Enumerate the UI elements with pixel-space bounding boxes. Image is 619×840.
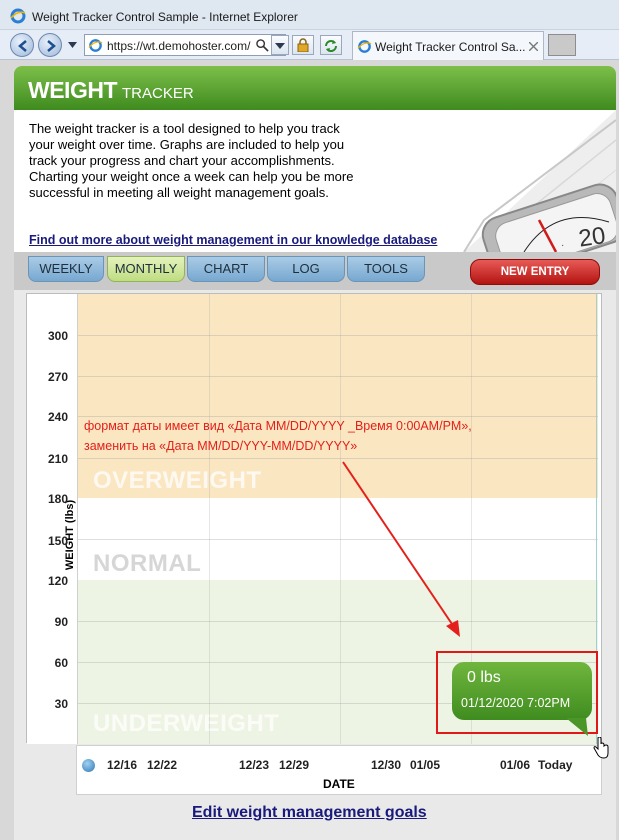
close-icon[interactable]	[529, 42, 538, 51]
y-tick-label: 30	[54, 697, 68, 711]
x-tick-label: 12/22	[147, 758, 178, 772]
svg-text:20: 20	[577, 222, 607, 252]
y-tick-label: 180	[47, 492, 68, 506]
new-tab-button[interactable]	[548, 34, 576, 56]
page-favicon-icon	[88, 39, 103, 52]
tab-weekly[interactable]: WEEKLY	[28, 256, 104, 282]
tab-monthly[interactable]: MONTHLY	[107, 256, 185, 282]
logo-weight: WEIGHT	[28, 77, 118, 103]
y-tick-label: 150	[47, 534, 68, 548]
x-tick-label: 01/06	[500, 758, 531, 772]
history-dropdown-icon[interactable]	[68, 42, 77, 48]
logo-tracker: TRACKER	[122, 85, 194, 102]
tab-weight-tracker[interactable]: Weight Tracker Control Sa...	[352, 31, 544, 60]
hand-cursor-icon	[593, 737, 609, 759]
tab-title: Weight Tracker Control Sa...	[375, 40, 526, 54]
x-tick-label: 12/30	[371, 758, 402, 772]
app-header: WEIGHT TRACKER	[14, 66, 616, 110]
x-tick-label: 12/29	[279, 758, 310, 772]
normal-zone-label: NORMAL	[93, 550, 202, 577]
new-entry-button[interactable]: NEW ENTRY	[470, 259, 600, 285]
x-tick-label: 12/23	[239, 758, 270, 772]
edit-goals-link[interactable]: Edit weight management goals	[192, 804, 427, 822]
y-tick-label: 270	[47, 370, 68, 384]
grid-line	[78, 335, 598, 336]
grid-line	[78, 539, 598, 540]
page-favicon-icon	[357, 40, 372, 53]
grid-line	[78, 621, 598, 622]
annotation-line-2: заменить на «Дата MM/DD/YYY-MM/DD/YYYY»	[84, 439, 358, 453]
y-tick-label: 60	[54, 656, 68, 670]
forward-button[interactable]	[38, 33, 62, 57]
x-tick-label: 12/16	[107, 758, 138, 772]
tooltip-weight: 0 lbs	[467, 669, 501, 686]
lock-icon	[297, 38, 309, 52]
chevron-down-icon	[275, 43, 285, 49]
security-lock-button[interactable]	[292, 35, 314, 55]
tooltip-pointer	[566, 718, 588, 736]
address-dropdown-button[interactable]	[271, 35, 289, 55]
grid-line	[340, 294, 341, 744]
annotation-text: формат даты имеет вид «Дата MM/DD/YYYY _…	[84, 416, 554, 456]
knowledge-database-link[interactable]: Find out more about weight management in…	[29, 233, 437, 247]
overweight-zone-label: OVERWEIGHT	[93, 467, 262, 494]
data-point-tooltip: 0 lbs 01/12/2020 7:02PM	[452, 662, 592, 720]
svg-text:·: ·	[561, 240, 564, 251]
tab-log[interactable]: LOG	[267, 256, 345, 282]
arrow-left-icon	[18, 40, 27, 52]
refresh-icon	[325, 40, 337, 52]
y-tick-label: 240	[47, 410, 68, 424]
back-button[interactable]	[10, 33, 34, 57]
address-url: https://wt.demohoster.com/	[107, 39, 251, 53]
x-axis: 12/16 12/22 12/23 12/29 12/30 01/05 01/0…	[76, 745, 602, 795]
window-title: Weight Tracker Control Sample - Internet…	[32, 10, 298, 24]
tooltip-datetime: 01/12/2020 7:02PM	[461, 696, 571, 710]
x-axis-label: DATE	[323, 777, 355, 791]
y-axis: WEIGHT (lbs) 300 270 240 210 180 150 120…	[27, 294, 78, 744]
annotation-line-1: формат даты имеет вид «Дата MM/DD/YYYY _…	[84, 419, 472, 433]
refresh-button[interactable]	[320, 35, 342, 55]
y-tick-label: 300	[47, 329, 68, 343]
browser-navbar: https://wt.demohoster.com/ Weight Tracke…	[0, 30, 619, 60]
grid-line	[78, 458, 598, 459]
view-tabs-bar: WEEKLY MONTHLY CHART LOG TOOLS NEW ENTRY	[14, 252, 616, 290]
internet-explorer-icon	[10, 8, 26, 24]
grid-line	[209, 294, 210, 744]
y-tick-label: 210	[47, 452, 68, 466]
x-tick-label: 01/05	[410, 758, 441, 772]
previous-period-icon[interactable]	[82, 759, 95, 772]
overweight-zone: OVERWEIGHT	[78, 294, 598, 498]
y-tick-label: 120	[47, 574, 68, 588]
chart-area: WEIGHT (lbs) 300 270 240 210 180 150 120…	[14, 290, 616, 840]
x-tick-label: Today	[538, 758, 573, 772]
tab-tools[interactable]: TOOLS	[347, 256, 425, 282]
grid-line	[78, 376, 598, 377]
intro-text: The weight tracker is a tool designed to…	[29, 121, 354, 200]
intro-panel: The weight tracker is a tool designed to…	[14, 110, 616, 252]
tab-chart[interactable]: CHART	[187, 256, 265, 282]
window-titlebar: Weight Tracker Control Sample - Internet…	[0, 0, 619, 30]
underweight-zone-label: UNDERWEIGHT	[93, 710, 280, 737]
bathroom-scale-image: 20 ·	[463, 110, 616, 252]
search-icon[interactable]	[256, 39, 269, 52]
arrow-right-icon	[47, 40, 56, 52]
y-tick-label: 90	[54, 615, 68, 629]
